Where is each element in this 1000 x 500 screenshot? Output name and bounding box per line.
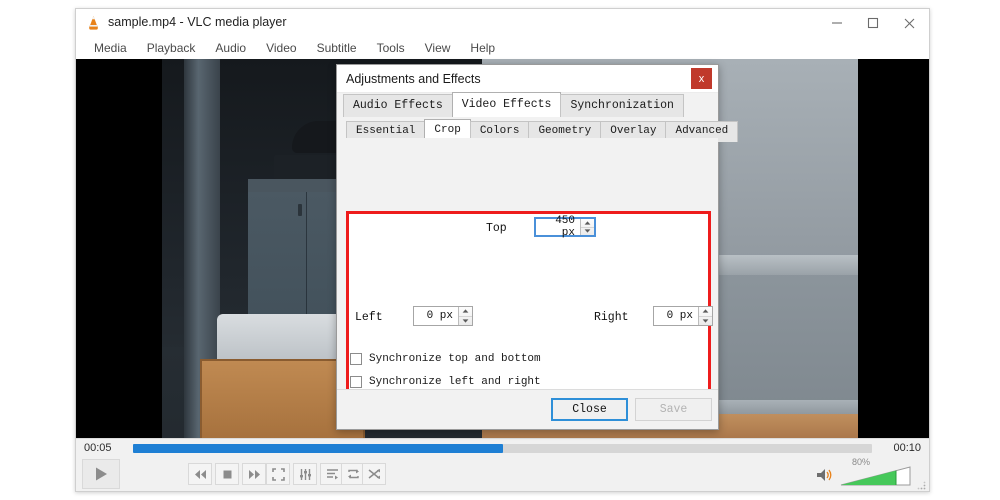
screenshot-root: sample.mp4 - VLC media player Media Play… xyxy=(0,0,1000,500)
next-icon xyxy=(248,469,260,479)
menu-video[interactable]: Video xyxy=(256,39,306,57)
crop-left-stepper[interactable] xyxy=(458,307,472,325)
crop-top-decrement-icon[interactable] xyxy=(581,228,594,236)
crop-top-label: Top xyxy=(486,222,507,235)
menubar: Media Playback Audio Video Subtitle Tool… xyxy=(76,37,929,59)
crop-top-stepper[interactable] xyxy=(580,219,594,235)
volume-slider[interactable] xyxy=(840,465,912,487)
previous-button[interactable] xyxy=(188,463,212,485)
play-button[interactable] xyxy=(82,459,120,489)
crop-right-stepper[interactable] xyxy=(698,307,712,325)
crop-right-spinbox[interactable]: 0 px xyxy=(653,306,713,326)
crop-left-decrement-icon[interactable] xyxy=(459,317,472,326)
playlist-icon xyxy=(326,469,338,480)
menu-tools[interactable]: Tools xyxy=(367,39,415,57)
seek-progress-fill xyxy=(133,444,503,453)
sync-left-right-row[interactable]: Synchronize left and right xyxy=(350,376,541,388)
tab-video-effects[interactable]: Video Effects xyxy=(451,92,562,117)
stop-icon xyxy=(223,470,231,478)
crop-right-increment-icon[interactable] xyxy=(699,307,712,317)
speaker-icon[interactable] xyxy=(816,467,834,483)
sync-left-right-label: Synchronize left and right xyxy=(369,376,541,388)
total-time[interactable]: 00:10 xyxy=(893,442,921,454)
menu-audio[interactable]: Audio xyxy=(205,39,256,57)
equalizer-button[interactable] xyxy=(293,463,317,485)
crop-top-increment-icon[interactable] xyxy=(581,219,594,228)
crop-right-label: Right xyxy=(594,311,629,324)
sync-top-bottom-row[interactable]: Synchronize top and bottom xyxy=(350,353,541,365)
menu-help[interactable]: Help xyxy=(460,39,505,57)
crop-left-spinbox[interactable]: 0 px xyxy=(413,306,473,326)
fullscreen-icon xyxy=(271,467,285,481)
next-button[interactable] xyxy=(242,463,266,485)
crop-left-value: 0 px xyxy=(426,310,453,322)
close-button[interactable]: Close xyxy=(551,398,628,421)
crop-top-value: 450 px xyxy=(555,215,575,239)
transport-buttons: 80% xyxy=(76,457,929,492)
top-tabs: Audio Effects Video Effects Synchronizat… xyxy=(337,92,718,117)
dialog-footer: Close Save xyxy=(337,389,718,429)
window-titlebar: sample.mp4 - VLC media player xyxy=(76,9,929,37)
sync-left-right-checkbox[interactable] xyxy=(350,376,362,388)
tab-audio-effects[interactable]: Audio Effects xyxy=(343,94,453,117)
maximize-icon[interactable] xyxy=(855,9,891,37)
volume-control[interactable]: 80% xyxy=(816,457,921,489)
equalizer-icon xyxy=(299,468,311,480)
shuffle-icon xyxy=(368,469,380,479)
dialog-body: Top 450 px Left 0 px Right 0 px Synchron… xyxy=(337,138,718,423)
menu-playback[interactable]: Playback xyxy=(137,39,206,57)
crop-left-increment-icon[interactable] xyxy=(459,307,472,317)
previous-icon xyxy=(194,469,206,479)
elapsed-time[interactable]: 00:05 xyxy=(84,442,112,454)
menu-media[interactable]: Media xyxy=(84,39,137,57)
window-title: sample.mp4 - VLC media player xyxy=(108,15,287,29)
adjustments-and-effects-dialog: Adjustments and Effects x Audio Effects … xyxy=(336,64,739,430)
dialog-close-button[interactable]: x xyxy=(691,68,712,89)
seek-row: 00:05 00:10 xyxy=(76,441,929,457)
pillarbox-left xyxy=(76,59,162,440)
stop-button[interactable] xyxy=(215,463,239,485)
loop-icon xyxy=(347,469,359,479)
pillarbox-right xyxy=(858,59,929,440)
dialog-title: Adjustments and Effects xyxy=(346,72,481,86)
sync-top-bottom-label: Synchronize top and bottom xyxy=(369,353,541,365)
dialog-titlebar: Adjustments and Effects x xyxy=(337,65,718,93)
crop-top-spinbox[interactable]: 450 px xyxy=(534,215,596,239)
vlc-cone-icon xyxy=(89,16,98,30)
crop-right-decrement-icon[interactable] xyxy=(699,317,712,326)
shuffle-button[interactable] xyxy=(362,463,386,485)
tab-synchronization[interactable]: Synchronization xyxy=(560,94,684,117)
crop-left-label: Left xyxy=(355,311,383,324)
resize-grip-icon[interactable] xyxy=(916,480,926,490)
menu-view[interactable]: View xyxy=(415,39,461,57)
crop-right-value: 0 px xyxy=(666,310,693,322)
save-button: Save xyxy=(635,398,712,421)
minimize-icon[interactable] xyxy=(819,9,855,37)
menu-subtitle[interactable]: Subtitle xyxy=(307,39,367,57)
sync-top-bottom-checkbox[interactable] xyxy=(350,353,362,365)
seek-slider[interactable] xyxy=(133,444,872,453)
play-icon xyxy=(96,467,107,481)
close-icon[interactable] xyxy=(891,9,927,37)
player-controls: 00:05 00:10 80% xyxy=(76,438,929,491)
fullscreen-button[interactable] xyxy=(266,463,290,485)
